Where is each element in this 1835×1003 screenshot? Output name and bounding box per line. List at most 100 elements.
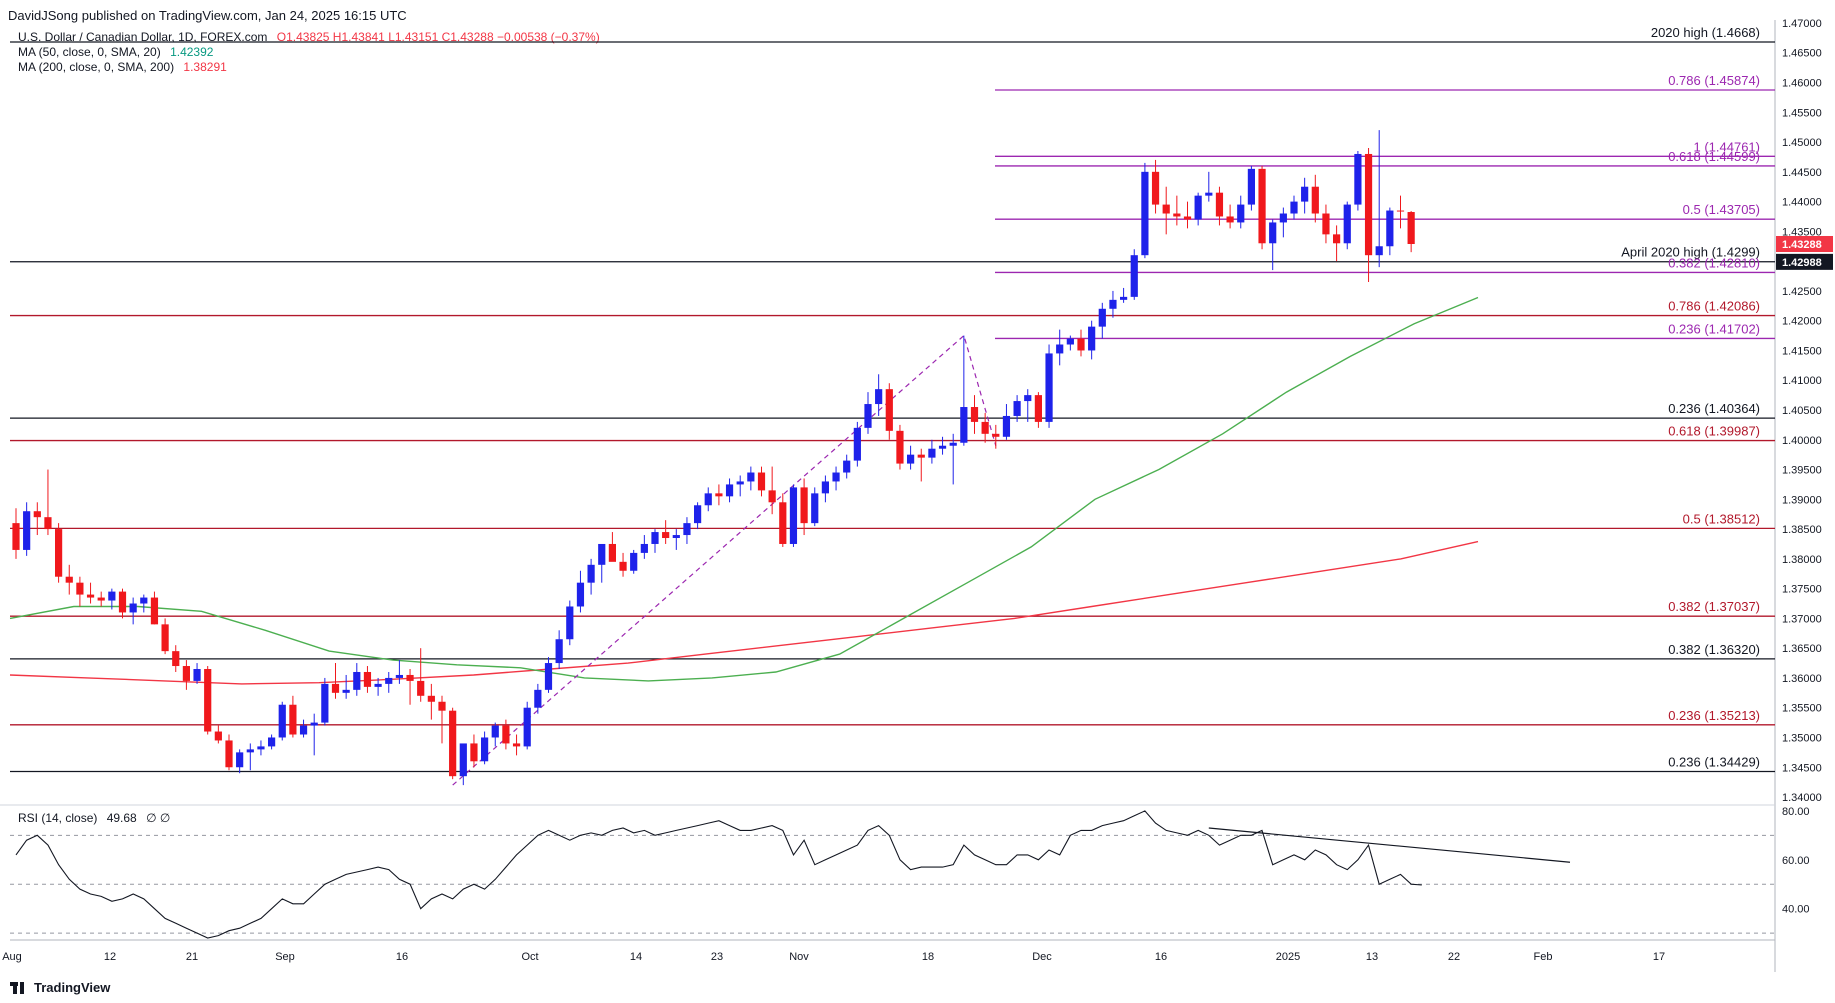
candle-body <box>268 737 276 747</box>
rsi-pane <box>10 810 1775 939</box>
ma200-line <box>9 540 1479 685</box>
candle-body <box>299 725 308 735</box>
candle-body <box>1183 216 1192 220</box>
candle-body <box>1088 326 1096 351</box>
candle-body <box>630 552 638 571</box>
candle-body <box>736 481 744 485</box>
rsi-tick-label: 60.00 <box>1782 855 1810 867</box>
level-label-4: 0.5 (1.43705) <box>1683 202 1760 217</box>
candle-body <box>1279 213 1287 223</box>
candle-body <box>1173 213 1181 217</box>
price-tick-label: 1.45500 <box>1782 107 1822 119</box>
time-tick-label: 18 <box>922 951 934 963</box>
price-tick-label: 1.46500 <box>1782 48 1822 60</box>
candle-body <box>587 564 595 583</box>
price-tick-label: 1.37500 <box>1782 584 1822 596</box>
time-tick-label: 13 <box>1366 951 1378 963</box>
time-tick-label: 16 <box>396 951 408 963</box>
candle-body <box>843 460 851 473</box>
price-tick-label: 1.44000 <box>1782 197 1822 209</box>
candle-body <box>331 683 340 693</box>
candle-body <box>385 677 393 684</box>
candle-body <box>118 591 127 613</box>
rsi-line <box>15 810 1422 939</box>
candle-body <box>1354 153 1362 205</box>
price-tick-label: 1.40000 <box>1782 435 1822 447</box>
candle-body <box>1343 204 1351 244</box>
level-label-7: 0.786 (1.42086) <box>1668 299 1760 314</box>
candle-body <box>1269 222 1277 244</box>
candle-body <box>821 481 829 494</box>
time-tick-label: 23 <box>711 951 723 963</box>
candle-body <box>1396 210 1405 212</box>
candle-body <box>1258 168 1266 244</box>
candle-body <box>938 445 947 449</box>
time-axis[interactable]: Aug 12 21 Sep 16 Oct 14 23 Nov 18 Dec 16 2025 13 22 Feb… <box>2 951 1665 963</box>
candle-body <box>1002 415 1011 437</box>
candle-body <box>353 671 361 690</box>
time-tick-label: 2025 <box>1276 951 1300 963</box>
candle-body <box>23 511 31 550</box>
candle-body <box>374 683 382 687</box>
candle-body <box>704 493 712 506</box>
candle-body <box>523 707 531 747</box>
candle-body <box>1205 192 1213 196</box>
candle-body <box>1045 353 1053 422</box>
level-label-3: 0.618 (1.44599) <box>1668 149 1760 164</box>
level-label-11: 0.5 (1.38512) <box>1683 511 1760 526</box>
time-tick-label: 12 <box>104 951 116 963</box>
candle-body <box>1162 204 1170 214</box>
candle-body <box>55 529 63 577</box>
candle-body <box>193 669 201 681</box>
candle-body <box>108 591 116 601</box>
candle-body <box>576 582 585 607</box>
candle-body <box>725 484 734 497</box>
level-label-0: 2020 high (1.4668) <box>1651 25 1760 40</box>
candle-body <box>1077 338 1085 351</box>
candle-body <box>1247 168 1255 205</box>
price-tick-label: 1.46000 <box>1782 78 1822 90</box>
candle-body <box>949 442 957 446</box>
rsi-tick-label: 80.00 <box>1782 806 1810 818</box>
candle-body <box>544 663 553 690</box>
candle-body <box>800 487 808 524</box>
price-tick-label: 1.39000 <box>1782 494 1822 506</box>
current-price-label: 1.43288 <box>1782 239 1822 251</box>
price-tick-label: 1.36000 <box>1782 673 1822 685</box>
candle-body <box>512 743 521 747</box>
candle-body <box>65 576 73 583</box>
candle-body <box>214 731 222 741</box>
price-axis[interactable]: 1.34000 1.34500 1.35000 1.35500 1.36000 1.365… <box>1776 18 1833 916</box>
reference-price-label: 1.42988 <box>1782 257 1822 269</box>
candle-body <box>534 689 542 708</box>
candlesticks <box>12 130 1415 786</box>
chart-canvas[interactable]: 2020 high (1.4668)0.786 (1.45874)1 (1.44… <box>0 0 1835 1003</box>
candle-body <box>1290 201 1298 214</box>
level-label-8: 0.236 (1.41702) <box>1668 321 1760 336</box>
candle-body <box>491 725 499 738</box>
candle-body <box>1120 296 1128 300</box>
candle-body <box>811 493 819 524</box>
candle-body <box>1322 213 1330 235</box>
candle-body <box>853 427 861 461</box>
candle-body <box>917 454 925 458</box>
time-tick-label: Sep <box>275 951 295 963</box>
candle-body <box>363 671 372 687</box>
time-tick-label: Aug <box>2 951 22 963</box>
price-tick-label: 1.34000 <box>1782 792 1822 804</box>
level-label-14: 0.236 (1.35213) <box>1668 708 1760 723</box>
time-tick-label: 21 <box>186 951 198 963</box>
candle-body <box>1311 186 1319 214</box>
price-tick-label: 1.35500 <box>1782 703 1822 715</box>
candle-body <box>875 389 883 405</box>
candle-body <box>757 472 766 491</box>
level-label-1: 0.786 (1.45874) <box>1668 73 1760 88</box>
candle-body <box>76 582 84 595</box>
candle-body <box>289 704 297 735</box>
candle-body <box>1386 210 1394 247</box>
candle-body <box>33 511 41 518</box>
candle-body <box>928 448 936 458</box>
fibonacci-drawing <box>452 334 997 786</box>
candle-body <box>417 680 425 696</box>
fib-trendline <box>452 334 997 786</box>
